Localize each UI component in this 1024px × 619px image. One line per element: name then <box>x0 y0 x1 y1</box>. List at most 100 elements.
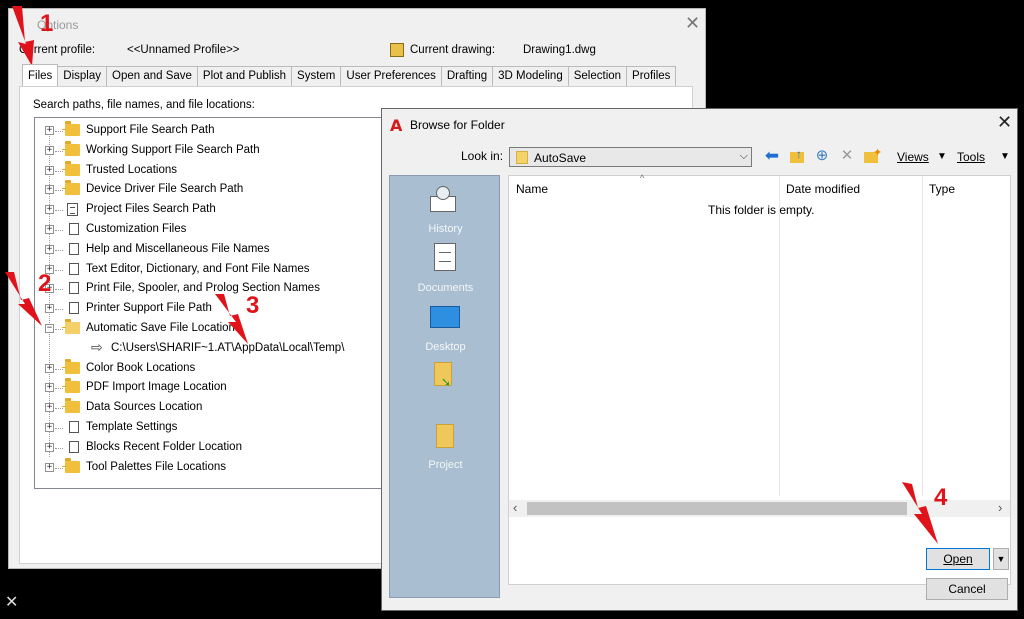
tree-item-label: Project Files Search Path <box>86 203 216 216</box>
history-icon <box>430 186 458 212</box>
expand-icon[interactable]: + <box>45 185 54 195</box>
tree-connector <box>55 289 63 291</box>
files-icon <box>65 419 79 433</box>
options-close-icon[interactable]: ✕ <box>685 13 700 34</box>
scroll-left-icon[interactable]: ‹ <box>513 500 517 515</box>
folder-icon <box>62 358 80 374</box>
tools-caret-icon[interactable]: ▼ <box>1000 151 1010 162</box>
tree-item-label: Trusted Locations <box>86 163 177 176</box>
scrollbar-thumb[interactable] <box>527 502 907 515</box>
tab-drafting[interactable]: Drafting <box>440 66 494 86</box>
expand-icon[interactable]: + <box>45 225 54 234</box>
tab-profiles[interactable]: Profiles <box>626 66 677 86</box>
empty-folder-message: This folder is empty. <box>708 203 815 217</box>
browse-dialog-title: Browse for Folder <box>410 118 505 132</box>
tree-item-label: Customization Files <box>86 223 187 235</box>
scroll-right-icon[interactable]: › <box>998 500 1002 515</box>
expand-icon[interactable]: + <box>45 205 54 215</box>
folder-icon <box>62 378 80 394</box>
tree-item-label: PDF Import Image Location <box>86 381 227 394</box>
tree-item-label: Print File, Spooler, and Prolog Section … <box>86 282 320 295</box>
new-folder-icon[interactable]: ✦ <box>861 147 882 167</box>
expand-icon[interactable]: + <box>45 145 54 155</box>
column-type[interactable]: Type <box>929 182 955 196</box>
documents-icon <box>434 243 456 271</box>
cursor-icon: ✕ <box>5 594 19 611</box>
views-caret-icon[interactable]: ▼ <box>937 151 947 162</box>
folder-link-icon: ➘ <box>434 362 452 389</box>
drawing-file-icon <box>390 43 404 57</box>
search-paths-caption: Search paths, file names, and file locat… <box>33 99 255 111</box>
column-divider[interactable] <box>779 176 780 496</box>
sort-ascending-icon: ^ <box>640 173 645 183</box>
tree-item-label: Data Sources Location <box>86 401 203 414</box>
tree-item-label: Working Support File Search Path <box>86 143 260 156</box>
tab-open-and-save[interactable]: Open and Save <box>106 66 198 86</box>
place-history-label: History <box>428 223 463 235</box>
column-name[interactable]: Name <box>516 182 548 196</box>
tree-item-label: Text Editor, Dictionary, and Font File N… <box>86 262 310 275</box>
tab-user-preferences[interactable]: User Preferences <box>340 66 442 86</box>
tree-item-label: Help and Miscellaneous File Names <box>86 242 270 255</box>
files-icon <box>65 280 79 295</box>
annotation-number-1: 1 <box>40 10 54 37</box>
tab-3d-modeling[interactable]: 3D Modeling <box>492 66 569 86</box>
browse-close-icon[interactable]: ✕ <box>997 112 1012 133</box>
expand-icon[interactable]: + <box>45 403 54 413</box>
tree-connector <box>55 309 63 311</box>
expand-icon[interactable]: + <box>45 363 54 373</box>
autocad-logo-icon: A <box>390 116 403 135</box>
column-divider[interactable] <box>922 176 923 496</box>
tree-item-label: Support File Search Path <box>86 124 215 136</box>
look-in-label: Look in: <box>461 149 504 163</box>
files-icon <box>65 260 79 275</box>
tree-connector <box>55 408 63 410</box>
current-drawing-value: Drawing1.dwg <box>523 44 596 56</box>
folder-open-icon <box>62 319 80 334</box>
expand-icon[interactable]: + <box>45 126 54 135</box>
place-buzzsaw[interactable]: ➘ <box>390 356 501 416</box>
place-project[interactable]: Project <box>390 416 501 476</box>
look-in-select[interactable]: AutoSave ⌵ <box>509 147 752 167</box>
document-icon <box>67 203 78 217</box>
tree-item-label: Blocks Recent Folder Location <box>86 440 242 453</box>
tree-connector <box>55 368 63 370</box>
cancel-button[interactable]: Cancel <box>926 578 1008 600</box>
place-documents-label: Documents <box>417 282 474 294</box>
expand-icon[interactable]: + <box>45 442 54 452</box>
tree-connector <box>55 329 63 330</box>
tree-item-label: Template Settings <box>86 421 178 433</box>
tree-item-label: Printer Support File Path <box>86 302 212 315</box>
current-drawing-label: Current drawing: <box>410 44 496 56</box>
back-arrow-icon[interactable]: ⬅ <box>762 147 782 167</box>
tree-item-label: Device Driver File Search Path <box>86 183 244 196</box>
folder-icon <box>62 180 80 196</box>
expand-icon[interactable]: + <box>45 383 54 393</box>
tab-selection[interactable]: Selection <box>567 66 628 86</box>
delete-icon[interactable]: ✕ <box>837 147 857 167</box>
up-folder-icon[interactable]: ↑ <box>787 147 807 167</box>
column-date-modified[interactable]: Date modified <box>786 182 860 196</box>
search-web-icon[interactable]: ⊕ <box>812 147 832 167</box>
annotation-number-4: 4 <box>934 484 948 511</box>
tab-display[interactable]: Display <box>57 66 107 86</box>
tree-connector <box>55 428 63 429</box>
files-icon <box>65 240 79 255</box>
open-dropdown-icon[interactable]: ▼ <box>993 548 1009 570</box>
expand-icon[interactable]: + <box>45 165 54 175</box>
tab-plot-and-publish[interactable]: Plot and Publish <box>196 66 293 86</box>
views-menu[interactable]: Views <box>897 150 929 164</box>
expand-icon[interactable]: + <box>45 462 54 472</box>
tree-connector <box>55 150 63 152</box>
tree-connector <box>55 447 63 449</box>
place-history[interactable]: History <box>390 180 501 240</box>
place-desktop[interactable]: Desktop <box>390 298 501 358</box>
expand-icon[interactable]: + <box>45 244 54 254</box>
tools-menu[interactable]: Tools <box>957 150 985 164</box>
tab-system[interactable]: System <box>291 66 342 86</box>
tab-files[interactable]: Files <box>22 64 59 86</box>
place-documents[interactable]: Documents <box>390 239 501 299</box>
expand-icon[interactable]: + <box>45 423 54 432</box>
tree-connector <box>55 467 63 469</box>
open-button[interactable]: Open <box>926 548 990 570</box>
